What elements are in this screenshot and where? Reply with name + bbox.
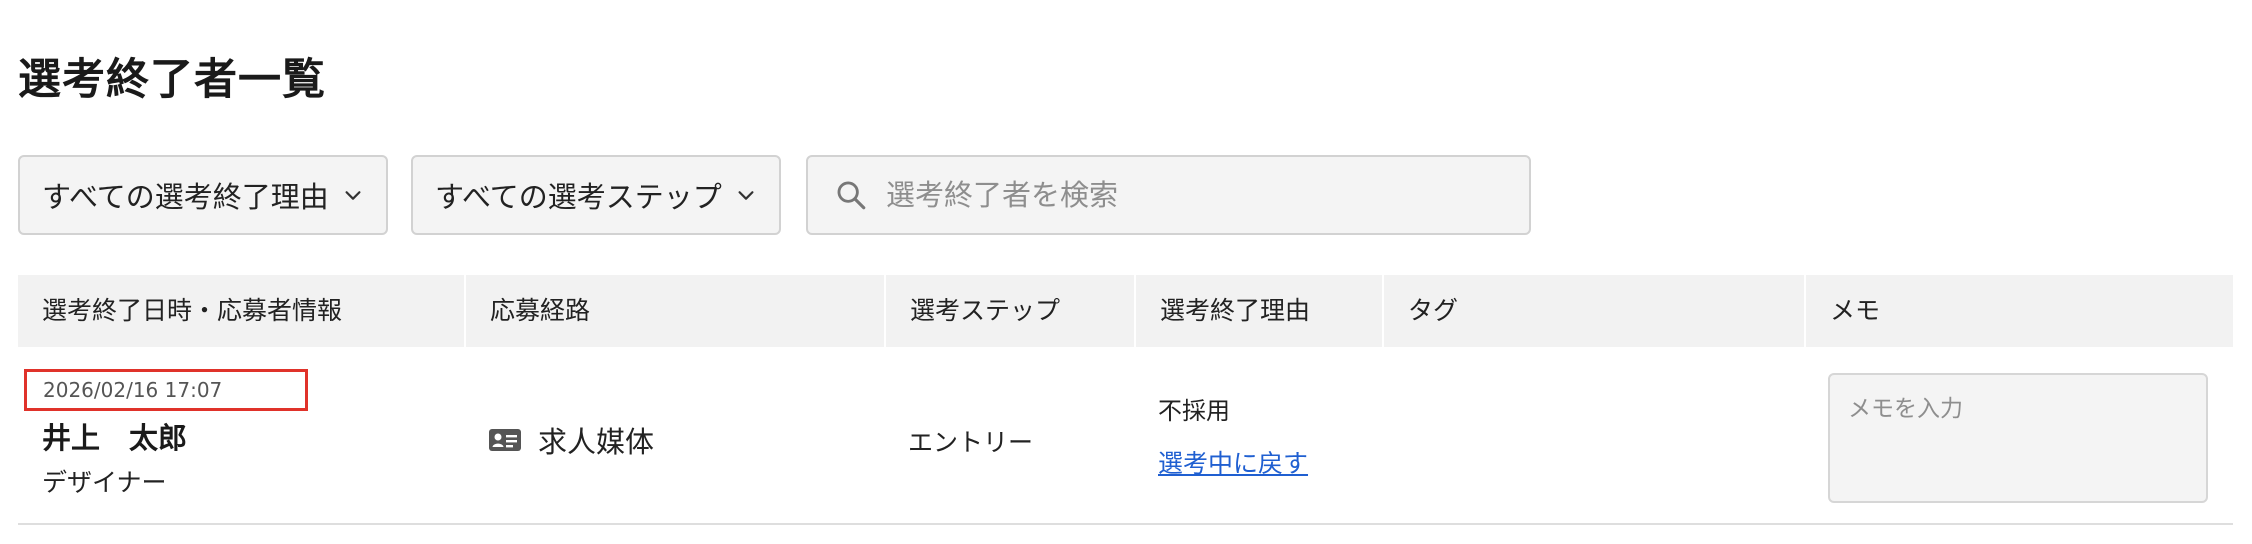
header-datetime-applicant: 選考終了日時・応募者情報 — [42, 296, 343, 325]
step-filter-label: すべての選考ステップ — [435, 180, 722, 214]
step-filter-select[interactable]: すべての選考ステップ — [411, 155, 781, 235]
table-header: 選考終了日時・応募者情報 応募経路 選考ステップ 選考終了理由 タグ メモ — [18, 275, 2233, 347]
id-card-icon — [489, 429, 521, 451]
table-row: 2026/02/16 17:07 井上 太郎 デザイナー 求人媒体 エントリー … — [18, 347, 2233, 525]
search-input[interactable] — [886, 178, 1503, 212]
chevron-down-icon — [738, 191, 754, 200]
revert-to-in-progress-link[interactable]: 選考中に戻す — [1158, 444, 1308, 480]
header-channel: 応募経路 — [464, 275, 884, 347]
header-step: 選考ステップ — [884, 275, 1134, 347]
header-reason: 選考終了理由 — [1134, 275, 1382, 347]
reason-filter-label: すべての選考終了理由 — [42, 180, 329, 214]
applicant-name[interactable]: 井上 太郎 — [42, 415, 187, 457]
search-box[interactable] — [806, 155, 1531, 235]
header-memo: メモ — [1804, 275, 2233, 347]
chevron-down-icon — [345, 191, 361, 200]
search-icon — [837, 181, 866, 210]
applicant-role: デザイナー — [42, 468, 167, 497]
end-datetime: 2026/02/16 17:07 — [24, 369, 308, 411]
selection-step: エントリー — [908, 428, 1034, 457]
page: 選考終了者一覧 すべての選考終了理由 すべての選考ステップ 選考終了日時・応募者… — [0, 0, 2252, 544]
end-reason-cell: 不採用 選考中に戻す — [1158, 391, 1308, 480]
end-reason: 不採用 — [1158, 397, 1230, 425]
memo-input[interactable] — [1828, 373, 2208, 503]
page-title: 選考終了者一覧 — [18, 55, 326, 105]
finished-applicants-table: 選考終了日時・応募者情報 応募経路 選考ステップ 選考終了理由 タグ メモ 20… — [18, 275, 2233, 525]
reason-filter-select[interactable]: すべての選考終了理由 — [18, 155, 388, 235]
channel-label: 求人媒体 — [538, 425, 655, 459]
application-channel: 求人媒体 — [488, 419, 654, 461]
header-tags: タグ — [1382, 275, 1804, 347]
